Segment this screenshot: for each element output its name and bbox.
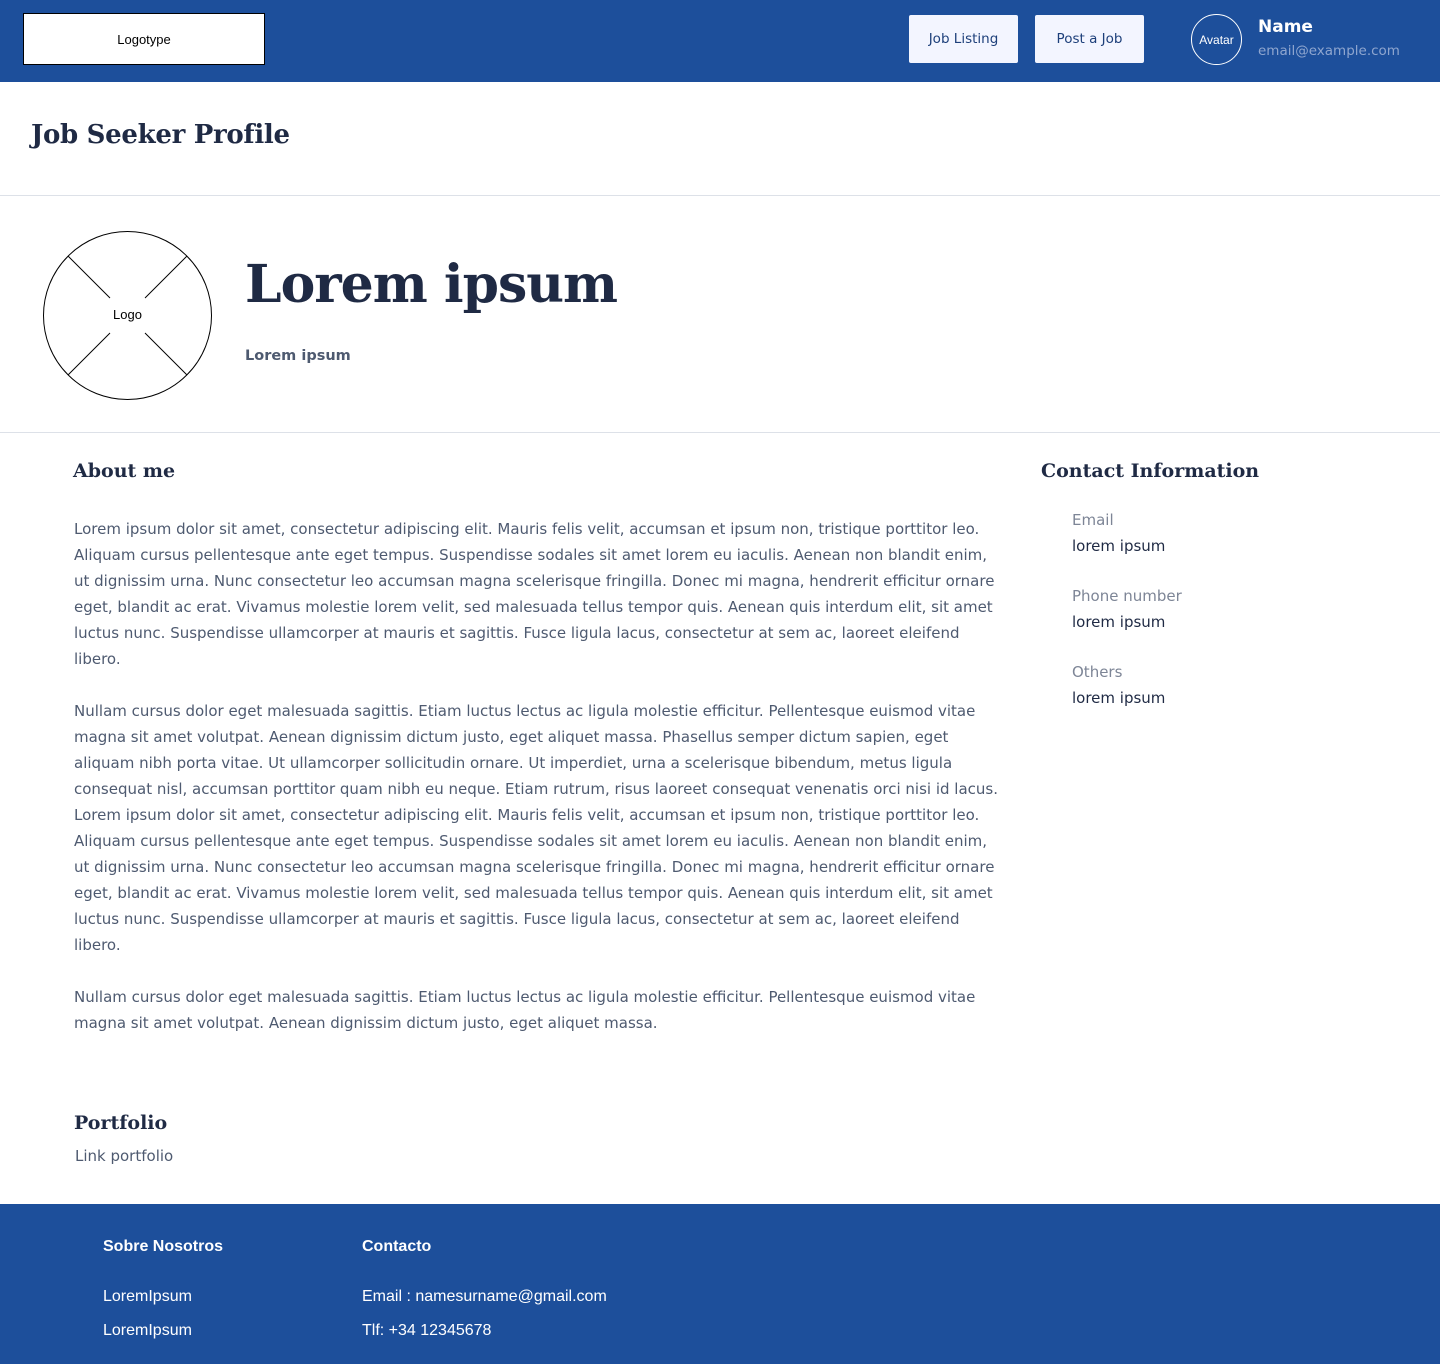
- contact-email-value: lorem ipsum: [1072, 537, 1166, 555]
- page-title: Job Seeker Profile: [31, 120, 290, 150]
- footer-contact-heading: Contacto: [362, 1238, 432, 1255]
- footer-contact-email: Email : namesurname@gmail.com: [362, 1288, 607, 1305]
- divider: [0, 432, 1440, 433]
- profile-subtitle: Lorem ipsum: [245, 348, 351, 364]
- top-navbar: Logotype Job Listing Post a Job Avatar N…: [0, 0, 1440, 82]
- contact-others-label: Others: [1072, 663, 1123, 681]
- footer-about-link[interactable]: LoremIpsum: [103, 1288, 192, 1306]
- portfolio-heading: Portfolio: [74, 1112, 168, 1134]
- about-paragraph: Lorem ipsum dolor sit amet, consectetur …: [74, 806, 995, 954]
- about-paragraph: Lorem ipsum dolor sit amet, consectetur …: [74, 520, 995, 668]
- footer-contact-phone: Tlf: +34 12345678: [362, 1322, 492, 1339]
- contact-email-label: Email: [1072, 511, 1114, 529]
- job-listing-button[interactable]: Job Listing: [909, 15, 1018, 63]
- contact-phone-label: Phone number: [1072, 587, 1182, 605]
- about-paragraph: Nullam cursus dolor eget malesuada sagit…: [74, 988, 976, 1032]
- profile-name: Lorem ipsum: [245, 254, 618, 315]
- contact-others-value: lorem ipsum: [1072, 689, 1166, 707]
- user-email: email@example.com: [1258, 43, 1400, 59]
- post-job-button[interactable]: Post a Job: [1035, 15, 1144, 63]
- portfolio-link[interactable]: Link portfolio: [75, 1147, 173, 1165]
- footer-about-link[interactable]: LoremIpsum: [103, 1322, 192, 1340]
- about-heading: About me: [73, 460, 176, 482]
- avatar[interactable]: Avatar: [1191, 14, 1242, 65]
- logotype[interactable]: Logotype: [23, 13, 265, 65]
- footer-about-heading: Sobre Nosotros: [103, 1238, 224, 1255]
- footer: Sobre Nosotros LoremIpsum LoremIpsum Con…: [0, 1204, 1440, 1364]
- divider: [0, 195, 1440, 196]
- about-text: Lorem ipsum dolor sit amet, consectetur …: [74, 516, 999, 1036]
- user-name: Name: [1258, 17, 1313, 37]
- about-paragraph: Nullam cursus dolor eget malesuada sagit…: [74, 702, 999, 798]
- contact-phone-value: lorem ipsum: [1072, 613, 1166, 631]
- contact-heading: Contact Information: [1041, 460, 1260, 482]
- profile-logo-label: Logo: [113, 307, 142, 322]
